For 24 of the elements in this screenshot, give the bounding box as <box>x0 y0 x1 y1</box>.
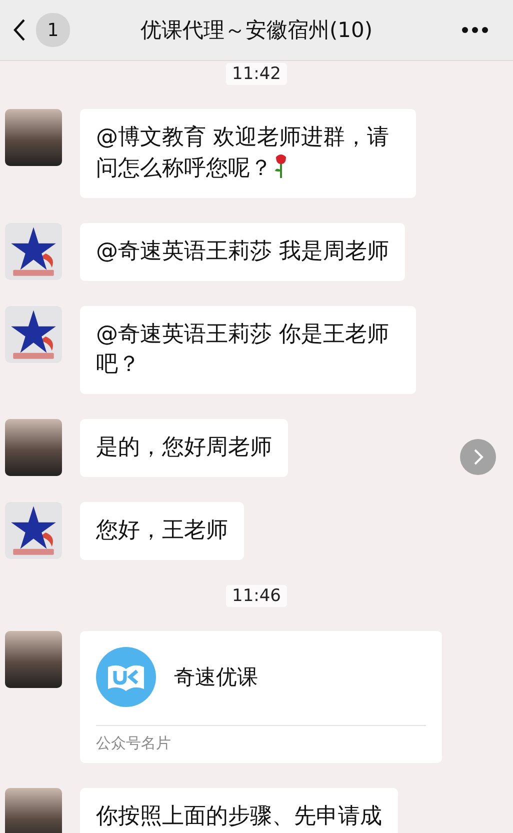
message-bubble[interactable]: 您好，王老师 <box>80 502 244 560</box>
avatar-photo-placeholder[interactable] <box>5 109 62 166</box>
message-bubble[interactable]: 你按照上面的步骤、先申请成 <box>80 788 398 833</box>
more-icon[interactable] <box>461 26 489 34</box>
avatar-photo-placeholder[interactable] <box>5 419 62 476</box>
chat-title: 优课代理～安徽宿州(10) <box>140 17 373 44</box>
contact-card[interactable]: 奇速优课 公众号名片 <box>80 631 442 763</box>
star-logo-avatar[interactable] <box>5 223 62 280</box>
avatar-photo-placeholder[interactable] <box>5 788 62 833</box>
star-logo-avatar[interactable] <box>5 306 62 363</box>
timestamp: 11:46 <box>226 585 287 607</box>
card-type-label: 公众号名片 <box>96 733 172 753</box>
back-icon[interactable] <box>12 18 26 42</box>
message-bubble[interactable]: 是的，您好周老师 <box>80 419 288 477</box>
message-bubble[interactable]: @博文教育 欢迎老师进群，请问怎么称呼您呢？ <box>80 109 416 198</box>
book-logo-icon <box>96 647 156 707</box>
unread-count: 1 <box>36 13 70 47</box>
message-bubble[interactable]: @奇速英语王莉莎 你是王老师吧？ <box>80 306 416 394</box>
avatar-photo-placeholder[interactable] <box>5 631 62 688</box>
account-name: 奇速优课 <box>174 664 258 691</box>
rose-icon <box>274 153 288 179</box>
star-logo-avatar[interactable] <box>5 502 62 559</box>
message-bubble[interactable]: @奇速英语王莉莎 我是周老师 <box>80 223 405 281</box>
timestamp: 11:42 <box>226 63 287 85</box>
